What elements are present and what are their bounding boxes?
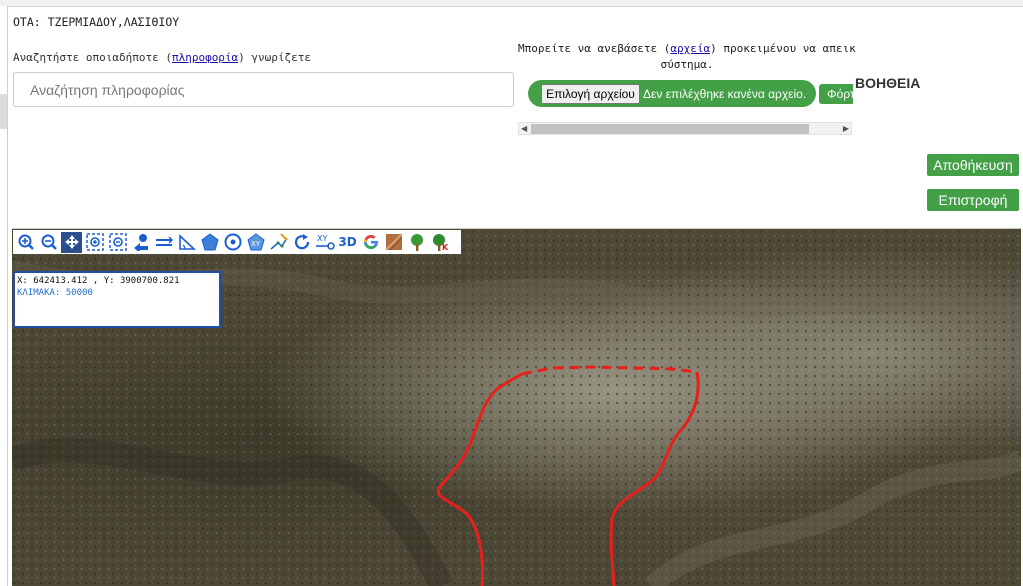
save-button[interactable]: Αποθήκευση — [927, 154, 1019, 176]
forest-layer-icon[interactable]: K — [429, 232, 450, 253]
google-icon[interactable] — [360, 232, 381, 253]
search-input[interactable] — [13, 72, 514, 107]
zoom-box-out-icon[interactable] — [107, 232, 128, 253]
search-label-suffix: ) γνωρίζετε — [238, 51, 312, 64]
map-toolbar: XY XY 3D K — [13, 230, 461, 254]
search-label: Αναζητήστε οποιαδήποτε (πληροφορία) γνωρ… — [13, 51, 311, 64]
scroll-left-icon[interactable]: ◀ — [521, 123, 527, 134]
svg-text:XY: XY — [317, 234, 327, 243]
measure-length-icon[interactable] — [153, 232, 174, 253]
xy-goto-icon[interactable]: XY — [314, 232, 335, 253]
zoom-out-icon[interactable] — [38, 232, 59, 253]
edit-line-icon[interactable] — [268, 232, 289, 253]
search-label-prefix: Αναζητήστε οποιαδήποτε ( — [13, 51, 172, 64]
tree-layer-icon[interactable] — [406, 232, 427, 253]
circle-icon[interactable] — [222, 232, 243, 253]
left-edge — [0, 6, 8, 586]
zoom-box-in-icon[interactable] — [84, 232, 105, 253]
upload-text-prefix: Μπορείτε να ανεβάσετε ( — [518, 42, 671, 55]
xy-polygon-icon[interactable]: XY — [245, 232, 266, 253]
svg-text:XY: XY — [251, 240, 261, 248]
municipality-label: ΟΤΑ: ΤΖΕΡΜΙΑΔΟΥ,ΛΑΣΙΘΙΟΥ — [13, 15, 180, 29]
zoom-in-icon[interactable] — [15, 232, 36, 253]
scrollbar-thumb[interactable] — [531, 124, 809, 134]
coordinates-readout: X: 642413.412 , Y: 3900700.821 — [17, 276, 180, 286]
polygon-icon[interactable] — [199, 232, 220, 253]
3d-view-icon[interactable]: 3D — [337, 232, 358, 253]
back-button[interactable]: Επιστροφή — [927, 189, 1019, 211]
scroll-right-icon[interactable]: ▶ — [843, 123, 849, 134]
help-link[interactable]: ΒΟΗΘΕΙΑ — [855, 75, 920, 91]
map-viewer[interactable]: XY XY 3D K X: 642413.412 , Y: 3900700.82… — [12, 228, 1021, 586]
coordinates-panel: X: 642413.412 , Y: 3900700.821 ΚΛΙΜΑΚΑ: … — [13, 271, 221, 328]
upload-button[interactable]: Φόρτ — [819, 84, 853, 104]
upload-instructions: Μπορείτε να ανεβάσετε (αρχεία) προκειμέν… — [518, 41, 856, 73]
ortho-layer-icon[interactable] — [383, 232, 404, 253]
pan-icon[interactable] — [61, 231, 82, 253]
left-edge-handle — [0, 94, 7, 129]
refresh-icon[interactable] — [291, 232, 312, 253]
upload-text-line2: σύστημα. — [660, 58, 714, 71]
upload-text-suffix: ) προκειμένου να απεικονιστο — [710, 42, 856, 55]
upload-files-link[interactable]: αρχεία — [670, 42, 710, 55]
scale-readout: ΚΛΙΜΑΚΑ: 50000 — [17, 288, 93, 298]
file-status-text: Δεν επιλέχθηκε κανένα αρχείο. — [643, 87, 807, 101]
previous-extent-icon[interactable] — [130, 232, 151, 253]
choose-file-button[interactable]: Επιλογή αρχείου — [541, 84, 640, 104]
3d-view-label: 3D — [338, 235, 357, 249]
svg-text:K: K — [442, 243, 449, 251]
measure-angle-icon[interactable] — [176, 232, 197, 253]
horizontal-scrollbar[interactable]: ◀ ▶ — [518, 122, 852, 135]
top-bar — [0, 0, 1023, 7]
search-info-link[interactable]: πληροφορία — [172, 51, 238, 64]
